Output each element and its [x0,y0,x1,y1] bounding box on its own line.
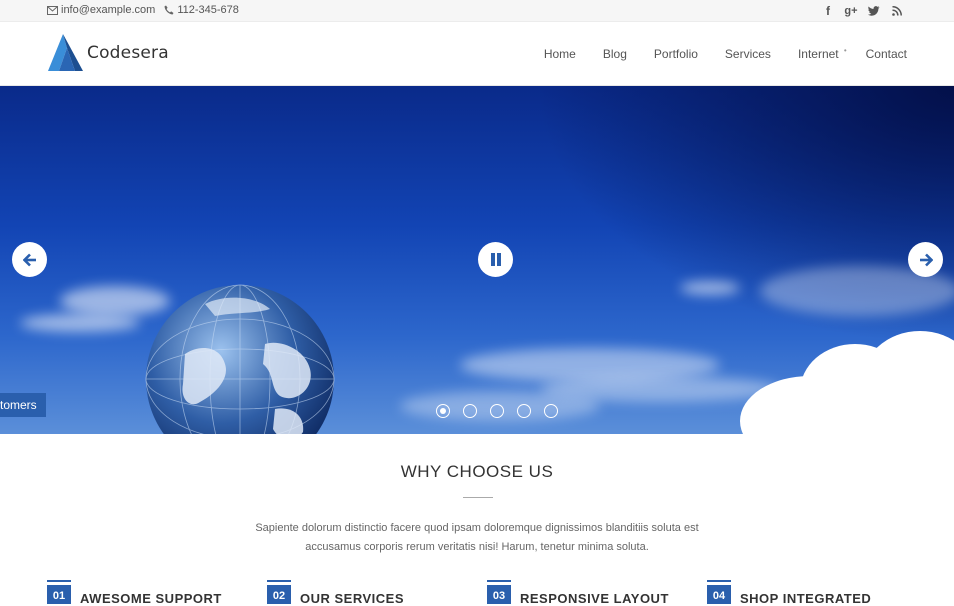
email-text: info@example.com [61,4,156,16]
envelope-icon [47,5,58,15]
twitter-icon[interactable] [867,4,881,18]
next-slide-button[interactable] [908,242,943,277]
facebook-icon[interactable]: f [821,4,835,18]
feature-number: 04 [707,580,731,604]
feature-number-text: 02 [272,590,286,602]
prev-slide-button[interactable] [12,242,47,277]
arrow-left-icon [22,253,36,266]
logo[interactable]: Codesera [47,34,169,72]
social-links: f g+ [812,4,904,18]
nav-portfolio[interactable]: Portfolio [654,47,698,61]
contact-info: info@example.com 112-345-678 [47,4,248,16]
title-divider [463,497,493,498]
nav-internet[interactable]: Internet • [797,46,847,61]
feature-item: 02 OUR SERVICES [267,580,404,606]
feature-title: AWESOME SUPPORT [80,591,222,606]
rss-icon[interactable] [890,4,904,18]
feature-title: RESPONSIVE LAYOUT [520,591,669,606]
nav-services[interactable]: Services [725,47,771,61]
feature-number-text: 03 [492,590,506,602]
main-nav: Home Blog Portfolio Services Internet • C… [517,22,907,86]
feature-number-text: 04 [712,590,726,602]
logo-icon [48,34,83,71]
section-title: WHY CHOOSE US [400,462,554,481]
feature-item: 03 RESPONSIVE LAYOUT [487,580,669,606]
feature-number: 03 [487,580,511,604]
slide-caption: tomers [0,393,46,417]
phone-icon [164,5,174,15]
slide-dot[interactable] [490,404,504,418]
logo-text: Codesera [87,43,169,63]
slide-dot[interactable] [517,404,531,418]
hero-slider: tomers [0,86,954,434]
feature-number: 01 [47,580,71,604]
slide-dot[interactable] [436,404,450,418]
feature-number: 02 [267,580,291,604]
phone-contact[interactable]: 112-345-678 [164,4,239,16]
email-contact[interactable]: info@example.com [47,4,155,16]
cloud-wisp [680,281,740,295]
why-choose-us-section: WHY CHOOSE US Sapiente dolorum distincti… [0,434,954,606]
top-bar: info@example.com 112-345-678 f g+ [0,0,954,22]
globe-image [145,284,335,434]
nav-contact[interactable]: Contact [866,47,907,61]
nav-internet-label: Internet [797,47,839,61]
phone-text: 112-345-678 [177,4,239,16]
slide-indicators [436,404,571,418]
dropdown-indicator-icon: • [843,46,847,55]
feature-item: 04 SHOP INTEGRATED [707,580,871,606]
feature-title: SHOP INTEGRATED [740,591,872,606]
cloud-wisp [20,314,140,332]
feature-item: 01 AWESOME SUPPORT [47,580,222,606]
site-header: Codesera Home Blog Portfolio Services In… [0,22,954,86]
pause-icon [490,253,501,266]
nav-blog[interactable]: Blog [603,47,627,61]
feature-number-text: 01 [52,590,66,602]
nav-home[interactable]: Home [544,47,576,61]
pause-slider-button[interactable] [478,242,513,277]
section-description: Sapiente dolorum distinctio facere quod … [255,522,699,553]
feature-title: OUR SERVICES [300,591,405,606]
google-plus-icon[interactable]: g+ [844,4,858,18]
slide-dot[interactable] [544,404,558,418]
slide-dot[interactable] [463,404,477,418]
arrow-right-icon [919,253,933,266]
